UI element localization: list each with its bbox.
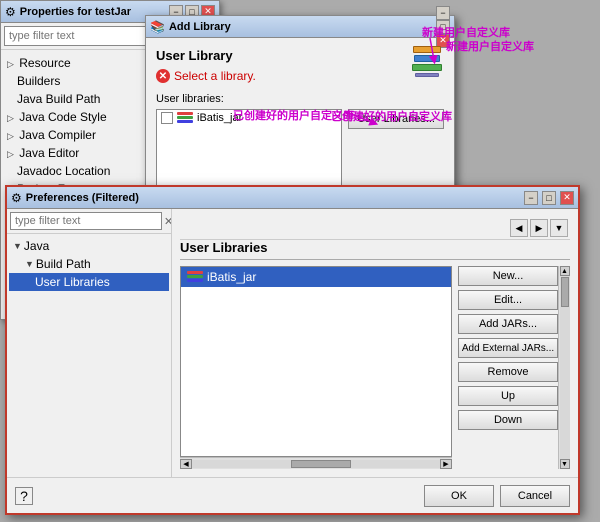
add-external-jars-btn[interactable]: Add External JARs...: [458, 338, 558, 358]
pref-tree-item-user-libraries[interactable]: User Libraries: [9, 273, 169, 291]
vscrollbar-up-btn[interactable]: ▲: [560, 266, 570, 276]
help-icon[interactable]: ?: [15, 487, 33, 505]
hscrollbar-track: [192, 460, 440, 468]
ok-btn[interactable]: OK: [424, 485, 494, 507]
pref-tree-arrow-build: ▼: [25, 259, 34, 269]
edit-btn[interactable]: Edit...: [458, 290, 558, 310]
user-libraries-btn[interactable]: User Libraries...: [348, 109, 444, 129]
libraries-list[interactable]: iBatis_jar: [156, 109, 342, 189]
preferences-titlebar[interactable]: ⚙ Preferences (Filtered) − □ ✕: [7, 187, 578, 209]
pref-filter-clear-icon[interactable]: ✕: [164, 215, 172, 228]
arrow-icon-3: ▷: [7, 131, 14, 141]
pref-titlebar-buttons: − □ ✕: [524, 191, 574, 205]
preferences-window: ⚙ Preferences (Filtered) − □ ✕ ✕ ▼ Java …: [5, 185, 580, 515]
properties-win-icon: ⚙: [5, 5, 16, 19]
right-area: New... Edit... Add JARs... Add External …: [458, 266, 570, 469]
new-btn[interactable]: New...: [458, 266, 558, 286]
add-library-maximize-btn[interactable]: □: [436, 20, 450, 34]
book-stack-icon: [413, 46, 442, 77]
hscrollbar-left-btn[interactable]: ◀: [180, 459, 192, 469]
lib-name-ibatis: iBatis_jar: [197, 112, 242, 124]
libraries-label: User libraries:: [156, 93, 444, 105]
pref-toolbar: ◀ ▶ ▼: [180, 217, 570, 240]
pref-main-area: iBatis_jar ◀ ▶ New...: [180, 266, 570, 469]
annotation-new-libs: 新建用户自定义库: [446, 38, 534, 54]
hscrollbar-thumb[interactable]: [291, 460, 351, 468]
arrow-icon: ▷: [7, 59, 14, 69]
pref-maximize-btn[interactable]: □: [542, 191, 556, 205]
up-btn[interactable]: Up: [458, 386, 558, 406]
pref-right-panel: ◀ ▶ ▼ User Libraries: [172, 209, 578, 477]
error-icon: ✕: [156, 69, 170, 83]
vscrollbar-down-btn[interactable]: ▼: [560, 459, 570, 469]
add-library-dialog-icon: 📚: [150, 20, 165, 34]
horizontal-scrollbar[interactable]: ◀ ▶: [180, 457, 452, 469]
preferences-content: ✕ ▼ Java ▼ Build Path User Libraries: [7, 209, 578, 477]
lib-list-item-ibatis[interactable]: iBatis_jar: [157, 110, 341, 126]
remove-btn[interactable]: Remove: [458, 362, 558, 382]
ul-name-ibatis: iBatis_jar: [207, 270, 256, 284]
arrow-icon-2: ▷: [7, 113, 14, 123]
lib-color-icon: [177, 112, 193, 124]
pref-tree-item-build-path[interactable]: ▼ Build Path: [9, 255, 169, 273]
pref-tree: ▼ Java ▼ Build Path User Libraries: [7, 234, 171, 294]
vscrollbar-thumb[interactable]: [561, 277, 569, 307]
pref-toolbar-dropdown-btn[interactable]: ▼: [550, 219, 568, 237]
add-library-body: User Library ✕ Select a library. User li…: [146, 38, 454, 199]
pref-tree-arrow-java: ▼: [13, 241, 22, 251]
add-library-title: Add Library: [169, 21, 436, 33]
pref-action-buttons: New... Edit... Add JARs... Add External …: [458, 266, 558, 469]
add-library-titlebar[interactable]: 📚 Add Library − □ ✕: [146, 16, 454, 38]
vscrollbar-track: [560, 276, 570, 459]
pref-filter-input[interactable]: [10, 212, 162, 230]
dialog-buttons-right: User Libraries...: [348, 109, 444, 129]
user-libs-list[interactable]: iBatis_jar: [180, 266, 452, 457]
add-library-win-buttons: − □ ✕: [436, 6, 450, 48]
pref-toolbar-back-btn[interactable]: ◀: [510, 219, 528, 237]
pref-toolbar-forward-btn[interactable]: ▶: [530, 219, 548, 237]
user-lib-item-ibatis[interactable]: iBatis_jar: [181, 267, 451, 287]
error-msg: Select a library.: [174, 69, 256, 83]
pref-section-title: User Libraries: [180, 240, 570, 260]
libraries-row: iBatis_jar User Libraries...: [156, 109, 444, 189]
arrow-icon-4: ▷: [7, 149, 14, 159]
add-jars-btn[interactable]: Add JARs...: [458, 314, 558, 334]
user-libs-container: iBatis_jar ◀ ▶: [180, 266, 452, 469]
pref-tree-item-java[interactable]: ▼ Java: [9, 237, 169, 255]
down-btn[interactable]: Down: [458, 410, 558, 430]
library-header: User Library: [156, 48, 444, 63]
pref-filter-area: ✕: [7, 209, 171, 234]
hscrollbar-right-btn[interactable]: ▶: [440, 459, 452, 469]
pref-close-btn[interactable]: ✕: [560, 191, 574, 205]
pref-bottom-bar: ? OK Cancel: [7, 477, 578, 513]
cancel-btn[interactable]: Cancel: [500, 485, 570, 507]
library-error: ✕ Select a library.: [156, 69, 444, 83]
vertical-scrollbar[interactable]: ▲ ▼: [558, 266, 570, 469]
add-library-minimize-btn[interactable]: −: [436, 6, 450, 20]
pref-minimize-btn[interactable]: −: [524, 191, 538, 205]
preferences-win-icon: ⚙: [11, 191, 22, 205]
ul-icon: [187, 271, 203, 283]
preferences-title: Preferences (Filtered): [26, 192, 524, 204]
pref-left-panel: ✕ ▼ Java ▼ Build Path User Libraries: [7, 209, 172, 477]
lib-checkbox[interactable]: [161, 112, 173, 124]
